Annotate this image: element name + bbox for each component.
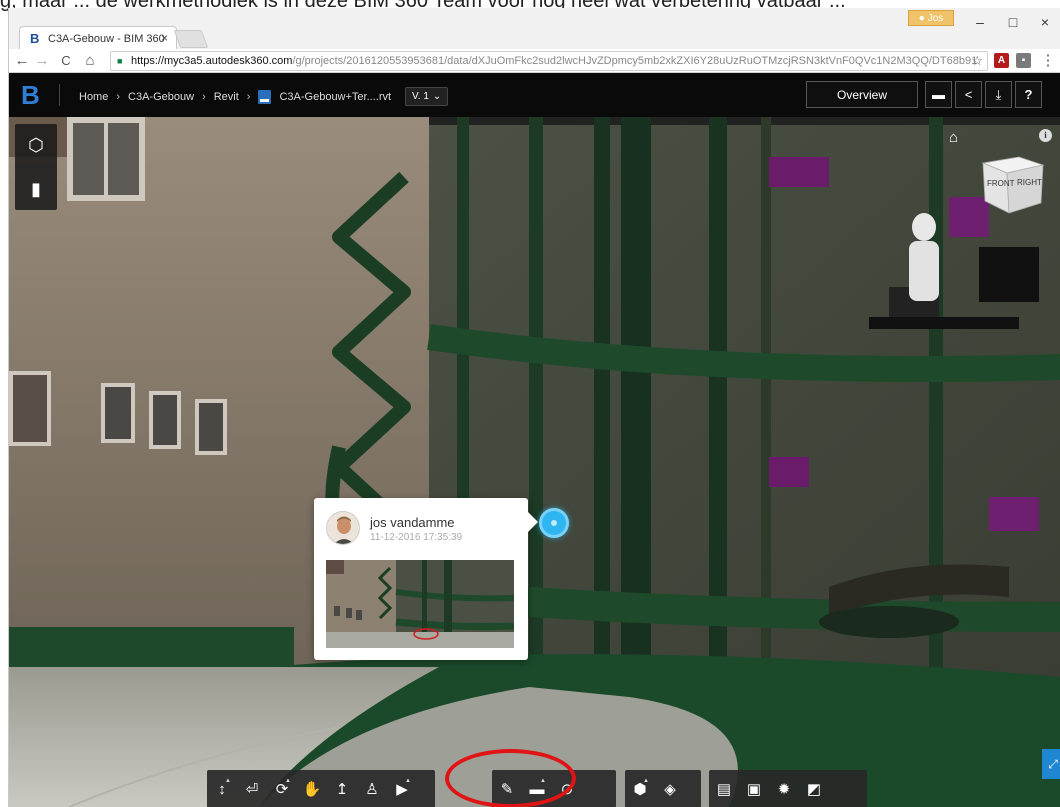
breadcrumb-project[interactable]: C3A-Gebouw xyxy=(128,91,194,103)
section-icon[interactable]: ◈ xyxy=(655,770,685,807)
user-photo-icon xyxy=(327,512,359,544)
breadcrumb-file[interactable]: C3A-Gebouw+Ter....rvt xyxy=(279,91,391,103)
maximize-button[interactable]: □ xyxy=(998,12,1028,32)
breadcrumb-folder[interactable]: Revit xyxy=(214,91,239,103)
version-label: V. 1 xyxy=(412,91,429,102)
minimize-button[interactable]: – xyxy=(965,12,995,32)
comment-author: jos vandamme xyxy=(370,515,455,530)
lock-icon: ■ xyxy=(117,56,123,66)
first-person-icon[interactable]: ⏎ xyxy=(237,770,267,807)
extension-icon[interactable]: ▪ xyxy=(1016,53,1031,68)
chrome-menu-icon[interactable]: ⋮ xyxy=(1039,51,1057,71)
download-icon[interactable]: ⤓ xyxy=(985,81,1012,108)
bim360-logo[interactable]: B xyxy=(21,82,40,108)
fullscreen-icon[interactable]: ◩ xyxy=(799,770,829,807)
breadcrumb: Home › C3A-Gebouw › Revit › C3A-Gebouw+T… xyxy=(79,87,449,106)
print-icon[interactable]: ▤ xyxy=(709,770,739,807)
side-panel-tab[interactable]: ⤢ xyxy=(1042,749,1060,779)
comment-timestamp: 11-12-2016 17:35:39 xyxy=(370,532,463,543)
overview-button[interactable]: Overview xyxy=(806,81,918,108)
pan-icon[interactable]: ✋ xyxy=(297,770,327,807)
tab-strip: B C3A-Gebouw - BIM 360 × ● Jos – □ × xyxy=(9,8,1060,50)
user-icon: ● xyxy=(918,12,925,24)
url-host: https://myc3a5.autodesk360.com xyxy=(131,55,293,67)
settings-toolbar: ▤ ▣ ✹ ◩ xyxy=(709,770,867,807)
profile-name: Jos xyxy=(927,12,944,24)
info-icon[interactable]: i xyxy=(1039,129,1052,142)
pdf-extension-icon[interactable]: A xyxy=(994,53,1009,68)
explode-icon[interactable]: ⬢ ▲ xyxy=(625,770,655,807)
url-path: /g/projects/2016120553953681/data/dXJuOm… xyxy=(292,55,978,67)
camera-icon[interactable]: ▶ ▲ xyxy=(387,770,417,807)
avatar xyxy=(326,511,360,545)
help-icon[interactable]: ? xyxy=(1015,81,1042,108)
tab-title: C3A-Gebouw - BIM 360 xyxy=(48,32,165,45)
share-icon[interactable]: < xyxy=(955,81,982,108)
document-icon[interactable]: ▮ xyxy=(15,168,57,210)
orbit-icon[interactable]: ↕ ▲ xyxy=(207,770,237,807)
chevron-down-icon: ⌄ xyxy=(432,91,442,102)
viewcube-front-label[interactable]: FRONT xyxy=(987,179,1015,188)
home-view-icon[interactable]: ⌂ xyxy=(949,129,958,146)
thumbnail-render xyxy=(326,560,514,648)
header-divider xyxy=(59,84,60,106)
red-highlight-circle xyxy=(445,749,576,807)
close-window-button[interactable]: × xyxy=(1030,12,1060,32)
navigation-toolbar: ↕ ▲ ⏎ ⟳ ▲ ✋ ↥ ♙ ▶ ▲ xyxy=(207,770,435,807)
back-icon[interactable]: ← xyxy=(13,51,31,71)
breadcrumb-separator: › xyxy=(246,90,251,103)
reload-icon[interactable]: C xyxy=(57,51,75,71)
screenshot-root: g, maar ... de werkmethodiek is in deze … xyxy=(0,0,1060,807)
viewcube-right-label[interactable]: RIGHT xyxy=(1017,178,1042,187)
home-icon[interactable]: ⌂ xyxy=(81,51,99,71)
breadcrumb-separator: › xyxy=(116,90,121,103)
comments-panel-icon[interactable]: ▬ xyxy=(925,81,952,108)
revit-file-icon xyxy=(258,89,272,104)
first-person-walk-icon[interactable]: ♙ xyxy=(357,770,387,807)
model-cube-icon[interactable]: ⬡ xyxy=(15,124,57,166)
model-viewer[interactable]: ⬡ ▮ ⌂ i FRONT RIGHT jos vandamme 11-12-2… xyxy=(9,117,1060,807)
version-dropdown[interactable]: V. 1 ⌄ xyxy=(405,87,449,106)
model-render xyxy=(9,117,1060,807)
browser-tab[interactable]: B C3A-Gebouw - BIM 360 × xyxy=(19,26,177,50)
model-browser-icon[interactable]: ▣ xyxy=(739,770,769,807)
zoom-icon[interactable]: ↥ xyxy=(327,770,357,807)
browser-window: B C3A-Gebouw - BIM 360 × ● Jos – □ × ← →… xyxy=(8,8,1060,807)
view-cube[interactable]: FRONT RIGHT xyxy=(971,143,1051,223)
comment-thumbnail[interactable] xyxy=(326,560,514,648)
comment-card[interactable]: jos vandamme 11-12-2016 17:35:39 xyxy=(314,498,538,660)
tab-close-icon[interactable]: × xyxy=(161,31,168,45)
bim360-header: B Home › C3A-Gebouw › Revit › C3A-Gebouw… xyxy=(9,73,1060,117)
address-bar[interactable]: ■ https://myc3a5.autodesk360.com/g/proje… xyxy=(110,51,988,71)
breadcrumb-home[interactable]: Home xyxy=(79,91,108,103)
browser-toolbar: ← → C ⌂ ■ https://myc3a5.autodesk360.com… xyxy=(9,49,1060,73)
forward-icon[interactable]: → xyxy=(33,51,51,71)
model-toolbar: ⬢ ▲ ◈ xyxy=(625,770,701,807)
new-tab-button[interactable] xyxy=(173,30,209,48)
comment-pin-marker[interactable] xyxy=(539,508,569,538)
bim360-favicon-icon: B xyxy=(30,31,40,46)
breadcrumb-separator: › xyxy=(202,90,206,103)
bookmark-star-icon[interactable]: ☆ xyxy=(971,52,983,70)
left-tool-panel: ⬡ ▮ xyxy=(15,124,57,210)
pan-orbit-icon[interactable]: ⟳ ▲ xyxy=(267,770,297,807)
profile-badge[interactable]: ● Jos xyxy=(908,10,954,26)
settings-icon[interactable]: ✹ xyxy=(769,770,799,807)
